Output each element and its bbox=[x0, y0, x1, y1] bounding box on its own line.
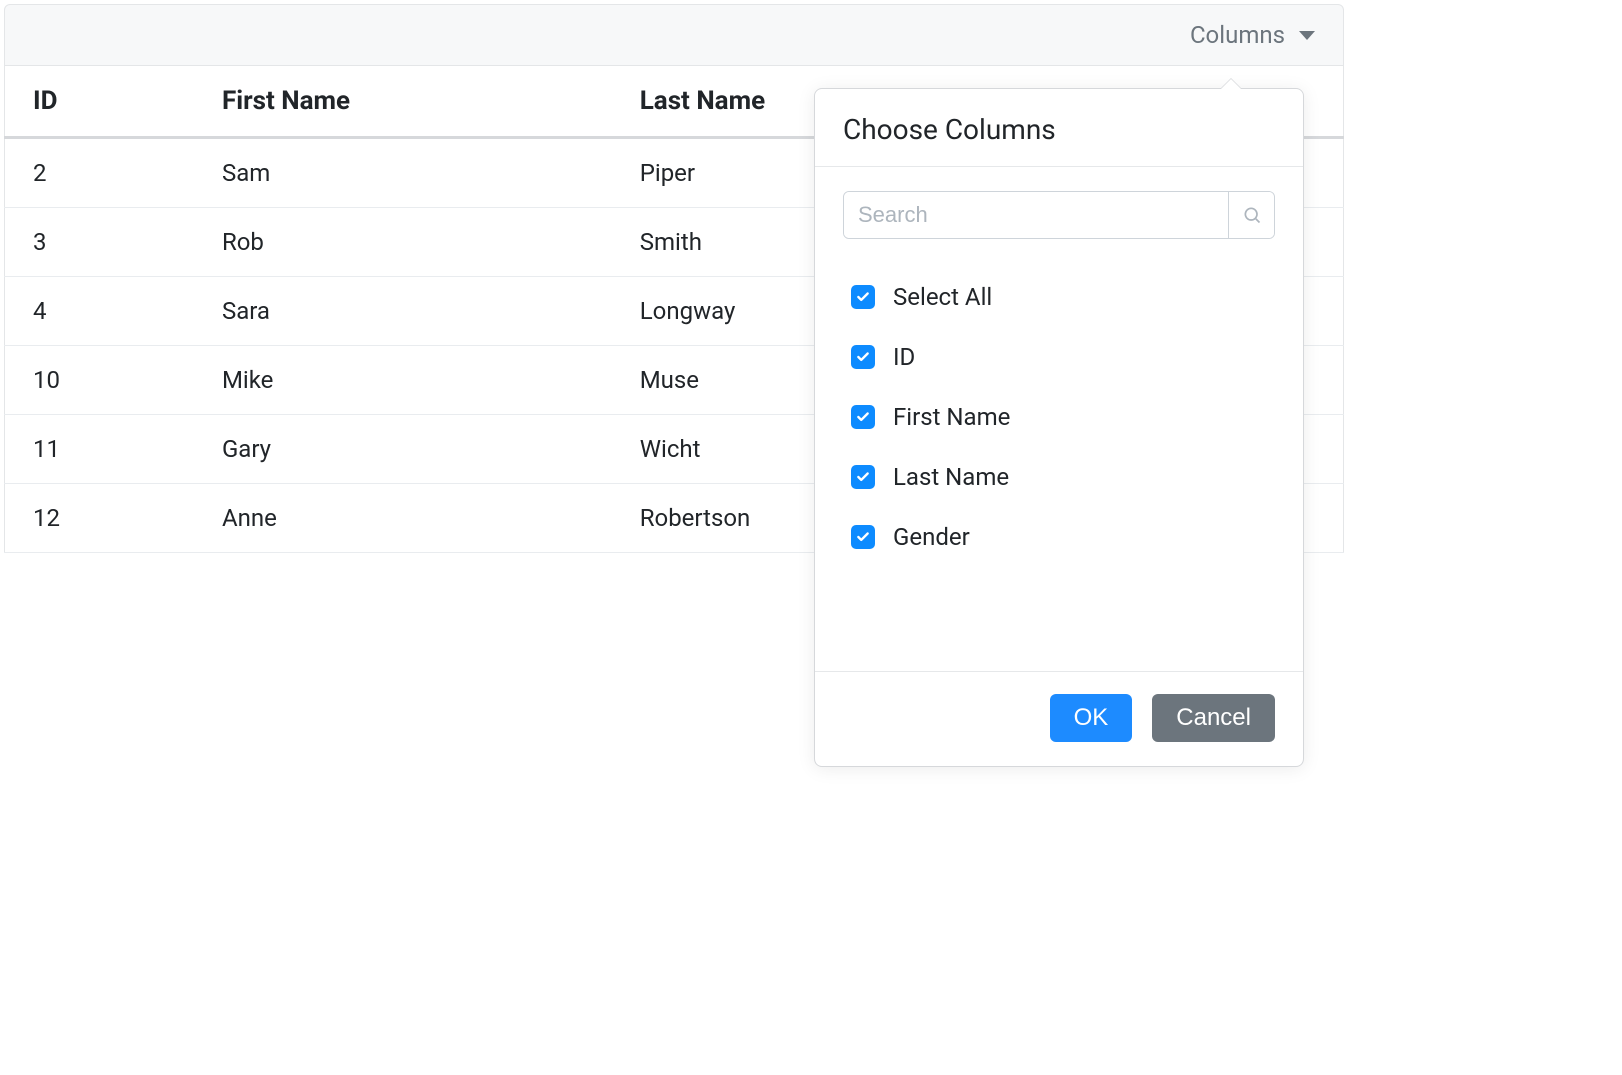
grid-container: Columns ID First Name Last Name Gender 2… bbox=[4, 4, 1344, 553]
cell-id: 10 bbox=[5, 346, 194, 415]
cell-first: Anne bbox=[194, 484, 612, 553]
checkbox-checked-icon[interactable] bbox=[851, 525, 875, 549]
column-option[interactable]: Gender bbox=[843, 507, 1279, 567]
column-option-label: ID bbox=[893, 343, 915, 371]
cell-first: Gary bbox=[194, 415, 612, 484]
cell-first: Sam bbox=[194, 138, 612, 208]
column-option[interactable]: Last Name bbox=[843, 447, 1279, 507]
cell-id: 12 bbox=[5, 484, 194, 553]
popover-list-wrap: Select All ID First Name Last Name Gender bbox=[815, 247, 1303, 671]
cell-id: 4 bbox=[5, 277, 194, 346]
col-header-id[interactable]: ID bbox=[5, 66, 194, 138]
checkbox-checked-icon[interactable] bbox=[851, 405, 875, 429]
cancel-button[interactable]: Cancel bbox=[1152, 694, 1275, 742]
checkbox-checked-icon[interactable] bbox=[851, 345, 875, 369]
search-input-group bbox=[843, 191, 1275, 239]
column-search-input[interactable] bbox=[844, 192, 1228, 238]
caret-down-icon bbox=[1299, 31, 1315, 40]
column-option-label: First Name bbox=[893, 403, 1010, 431]
column-option-label: Gender bbox=[893, 523, 970, 551]
grid-toolbar: Columns bbox=[4, 4, 1344, 66]
cell-id: 2 bbox=[5, 138, 194, 208]
column-option[interactable]: ID bbox=[843, 327, 1279, 387]
popover-title: Choose Columns bbox=[815, 89, 1303, 167]
cell-id: 3 bbox=[5, 208, 194, 277]
search-icon bbox=[1242, 205, 1262, 225]
column-option-label: Last Name bbox=[893, 463, 1009, 491]
popover-actions: OK Cancel bbox=[815, 671, 1303, 766]
checkbox-checked-icon[interactable] bbox=[851, 465, 875, 489]
popover-arrow-icon bbox=[1221, 79, 1241, 89]
cell-first: Rob bbox=[194, 208, 612, 277]
column-option-label: Select All bbox=[893, 283, 992, 311]
ok-button[interactable]: OK bbox=[1050, 694, 1133, 742]
columns-label: Columns bbox=[1190, 21, 1285, 49]
cell-first: Sara bbox=[194, 277, 612, 346]
column-option[interactable]: First Name bbox=[843, 387, 1279, 447]
column-option[interactable]: Select All bbox=[843, 267, 1279, 327]
columns-dropdown-toggle[interactable]: Columns bbox=[1190, 21, 1315, 49]
search-button[interactable] bbox=[1228, 192, 1274, 238]
cell-id: 11 bbox=[5, 415, 194, 484]
popover-search-section bbox=[815, 167, 1303, 247]
cell-first: Mike bbox=[194, 346, 612, 415]
column-option-list[interactable]: Select All ID First Name Last Name Gender bbox=[843, 267, 1295, 647]
col-header-first[interactable]: First Name bbox=[194, 66, 612, 138]
checkbox-checked-icon[interactable] bbox=[851, 285, 875, 309]
column-chooser-popover: Choose Columns Select All ID First Name Las… bbox=[814, 88, 1304, 767]
